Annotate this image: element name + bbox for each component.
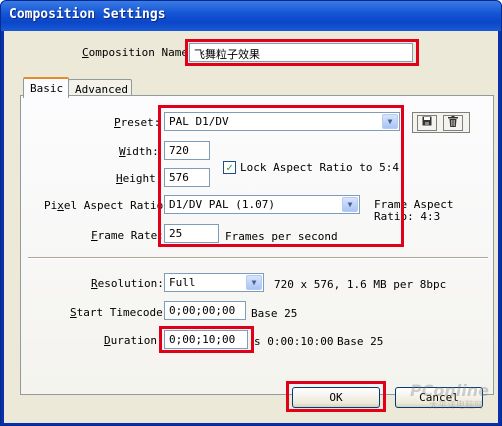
- start-timecode-label: Start Timecode:: [70, 306, 170, 319]
- dialog-client-area: Composition Name: 飞舞粒子效果 Basic Advanced …: [4, 31, 498, 423]
- resolution-select[interactable]: Full ▼: [164, 273, 264, 292]
- duration-base: Base 25: [337, 335, 384, 348]
- section-divider: [28, 257, 488, 259]
- highlight-box-duration: [159, 326, 254, 353]
- tab-basic[interactable]: Basic: [23, 77, 69, 98]
- start-timecode-input[interactable]: 0;00;00;00: [164, 301, 246, 320]
- preset-actions: [412, 112, 470, 133]
- save-preset-icon[interactable]: [417, 115, 437, 131]
- height-label: Height:: [116, 172, 163, 185]
- composition-settings-dialog: Composition Settings Composition Name: 飞…: [0, 0, 502, 426]
- resolution-label: Resolution:: [91, 277, 164, 290]
- window-title: Composition Settings: [9, 7, 166, 22]
- composition-name-label: Composition Name:: [82, 46, 195, 59]
- duration-label: Duration:: [104, 334, 164, 347]
- duration-info: s 0:00:10:00: [254, 335, 334, 348]
- title-bar[interactable]: Composition Settings: [1, 1, 501, 31]
- highlight-box-settings: [158, 105, 404, 247]
- preset-label: Preset:: [114, 116, 161, 129]
- width-label: Width:: [119, 145, 159, 158]
- start-timecode-base: Base 25: [251, 307, 298, 320]
- resolution-info: 720 x 576, 1.6 MB per 8bpc: [274, 278, 447, 291]
- highlight-box-name: [185, 39, 419, 66]
- highlight-box-ok: [286, 381, 386, 412]
- frame-rate-label: Frame Rate:: [91, 229, 164, 242]
- watermark-sub: 太平洋电脑网: [428, 401, 483, 411]
- chevron-down-icon: ▼: [246, 275, 262, 290]
- trash-icon[interactable]: [443, 115, 463, 131]
- pixel-aspect-label: Pixel Aspect Ratio:: [44, 199, 170, 212]
